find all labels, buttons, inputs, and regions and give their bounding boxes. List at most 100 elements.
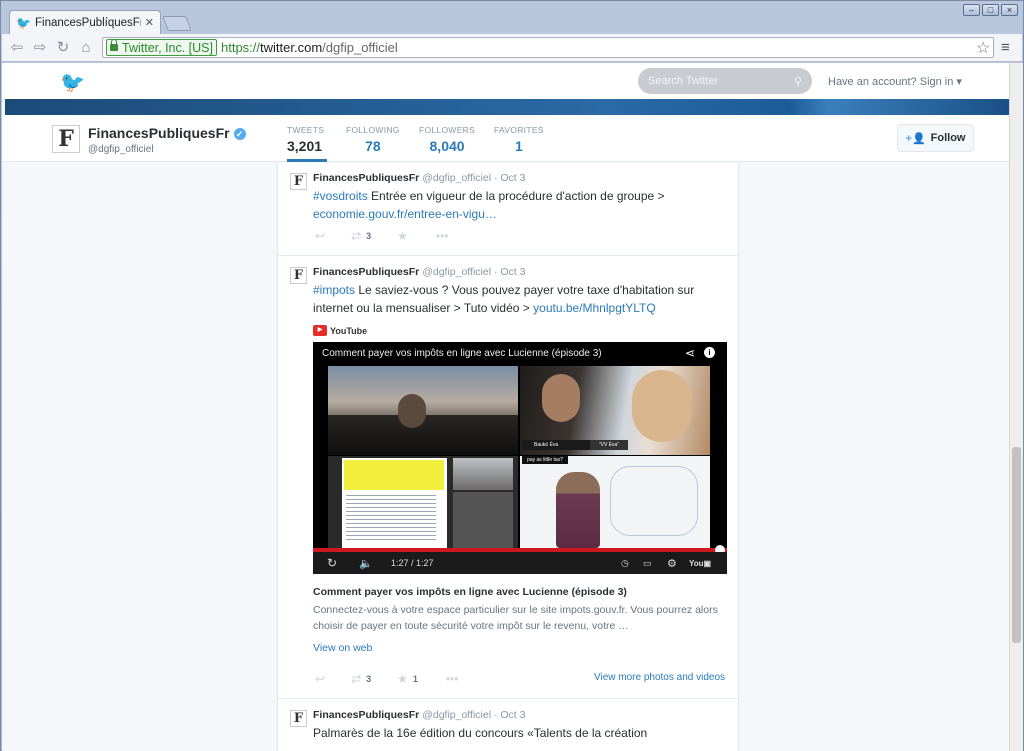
reload-icon[interactable]: ↻ [53,38,73,58]
hashtag-link[interactable]: #vosdroits [313,189,368,203]
lock-icon [110,39,118,51]
stat-label: FAVORITES [494,125,544,135]
share-icon[interactable]: ⋖ [685,346,695,360]
clock-icon[interactable]: ◷ [621,558,629,569]
video-frame-2: Baukó Éva "VV Éva" [520,366,710,455]
tweet-url-link[interactable]: economie.gouv.fr/entree-en-vigu… [313,207,497,221]
search-placeholder: Search Twitter [648,75,719,87]
tweet-avatar[interactable]: F [290,173,307,190]
captions-icon[interactable]: ▭ [643,558,652,569]
reply-icon[interactable]: ↩ [315,229,325,243]
retweet-icon: ⇄ [351,672,362,686]
volume-icon[interactable]: 🔈 [359,557,373,570]
replay-icon[interactable]: ↻ [327,556,337,570]
info-icon[interactable]: i [704,347,715,358]
tab-close-icon[interactable]: ✕ [145,16,154,29]
tweet-meta: @dgfip_officiel · Oct 3 [422,266,526,278]
minimize-button[interactable]: – [963,4,980,16]
ev-label: Twitter, Inc. [US] [122,40,213,55]
url-scheme: https:// [221,40,261,55]
tweet-url-link[interactable]: youtu.be/MhnlpgtYLTQ [533,301,656,315]
tab-strip: 🐦 FinancesPublíquesFr ( ✕ – □ × [1,1,1023,34]
favorite-icon: ★ [397,672,408,686]
card-title[interactable]: Comment payer vos impôts en ligne avec L… [313,586,627,598]
youtube-brand: ▶ YouTube [313,325,367,336]
tweet-author[interactable]: FinancesPubliquesFr [313,172,419,184]
stat-label: FOLLOWERS [419,125,476,135]
tweet[interactable]: F FinancesPubliquesFr @dgfip_officiel · O… [278,256,738,699]
tweet-actions: ↩ ⇄ 3 ★ ••• [315,229,449,243]
follow-button[interactable]: +👤 Follow [897,124,974,152]
youtube-wordmark-icon[interactable]: You▣ [689,559,711,568]
tweet-body: Entrée en vigueur de la procédure d'acti… [367,189,665,203]
more-icon[interactable]: ••• [436,229,449,243]
overlay-name: Baukó Éva [522,440,592,450]
tweet-author[interactable]: FinancesPubliquesFr [313,266,419,278]
ev-certificate-badge[interactable]: Twitter, Inc. [US] [106,39,217,56]
page-scrollbar[interactable] [1009,63,1023,751]
reply-icon[interactable]: ↩ [315,672,325,686]
forward-icon[interactable]: ⇨ [30,38,50,58]
profile-name[interactable]: FinancesPubliquesFr [88,125,230,141]
profile-banner [5,99,1009,115]
video-frame-4: pay as little tax? [520,456,710,548]
tweet-meta: @dgfip_officiel · Oct 3 [422,172,526,184]
card-description: Connectez-vous à votre espace particulie… [313,604,718,632]
verified-badge-icon: ✓ [233,128,246,140]
favorite-button[interactable]: ★ 1 [397,672,418,686]
search-input[interactable]: Search Twitter ⚲ [638,68,812,94]
time-display: 1:27 / 1:27 [391,558,434,568]
view-more-media-link[interactable]: View more photos and videos [594,672,725,683]
retweet-button[interactable]: ⇄ 3 [351,229,371,243]
settings-gear-icon[interactable]: ⚙ [667,557,677,570]
bookmark-star-icon[interactable]: ☆ [976,38,990,58]
overlay-question: pay as little tax? [522,456,568,464]
profile-handle: @dgfip_officiel [88,144,154,155]
tweet-avatar[interactable]: F [290,267,307,284]
tweet-avatar[interactable]: F [290,710,307,727]
signin-link[interactable]: Have an account? Sign in ▾ [828,75,962,88]
player-controls: ↻ 🔈 1:27 / 1:27 ◷ ▭ ⚙ You▣ [313,552,727,574]
stat-following[interactable]: FOLLOWING 78 [346,125,400,154]
twitter-bird-icon[interactable]: 🐦 [60,70,85,95]
new-tab-button[interactable] [162,16,192,31]
close-window-button[interactable]: × [1001,4,1018,16]
profile-avatar[interactable]: F [52,125,80,153]
maximize-button[interactable]: □ [982,4,999,16]
favorite-icon[interactable]: ★ [397,229,408,243]
search-icon[interactable]: ⚲ [794,75,802,88]
home-icon[interactable]: ⌂ [76,38,96,58]
profile-nav-bar: F FinancesPubliquesFr ✓ @dgfip_officiel T… [2,115,1009,162]
menu-icon[interactable]: ≡ [1001,39,1010,56]
video-player[interactable]: Comment payer vos impôts en ligne avec L… [313,342,727,574]
view-on-web-link[interactable]: View on web [313,642,372,654]
card-provider: YouTube [330,325,368,336]
browser-window: 🐦 FinancesPublíquesFr ( ✕ – □ × ⇦ ⇨ ↻ ⌂ … [0,0,1024,751]
retweet-button[interactable]: ⇄ 3 [351,672,371,686]
tweet-meta: @dgfip_officiel · Oct 3 [422,709,526,721]
favorite-count: 1 [412,674,418,684]
hashtag-link[interactable]: #impots [313,283,355,297]
tweet-actions: ↩ ⇄ 3 ★ 1 ••• [315,672,459,686]
stat-label: FOLLOWING [346,125,400,135]
browser-tab[interactable]: 🐦 FinancesPublíquesFr ( ✕ [9,10,161,34]
url-path: /dgfip_officiel [322,40,398,55]
follow-label: Follow [930,132,966,144]
stat-tweets[interactable]: TWEETS 3,201 [287,125,327,162]
scrollbar-thumb[interactable] [1012,447,1021,643]
tweet-header: FinancesPubliquesFr @dgfip_officiel · Oct… [313,172,525,184]
more-icon[interactable]: ••• [446,672,459,686]
stat-favorites[interactable]: FAVORITES 1 [494,125,544,154]
back-icon[interactable]: ⇦ [7,38,27,58]
tweet-author[interactable]: FinancesPubliquesFr [313,709,419,721]
video-title[interactable]: Comment payer vos impôts en ligne avec L… [322,348,602,359]
stat-followers[interactable]: FOLLOWERS 8,040 [419,125,475,154]
tab-title: FinancesPublíquesFr ( [35,16,141,29]
retweet-count: 3 [366,674,372,684]
tweet[interactable]: F FinancesPubliquesFr @dgfip_officiel · O… [278,699,738,751]
video-frame-1 [328,366,518,455]
page-content: 🐦 Search Twitter ⚲ Have an account? Sign… [2,63,1009,751]
address-bar[interactable]: Twitter, Inc. [US] https:// twitter.com … [102,37,994,58]
tweet[interactable]: F FinancesPubliquesFr @dgfip_officiel · O… [278,163,738,256]
browser-toolbar: ⇦ ⇨ ↻ ⌂ Twitter, Inc. [US] https:// twit… [2,34,1022,62]
